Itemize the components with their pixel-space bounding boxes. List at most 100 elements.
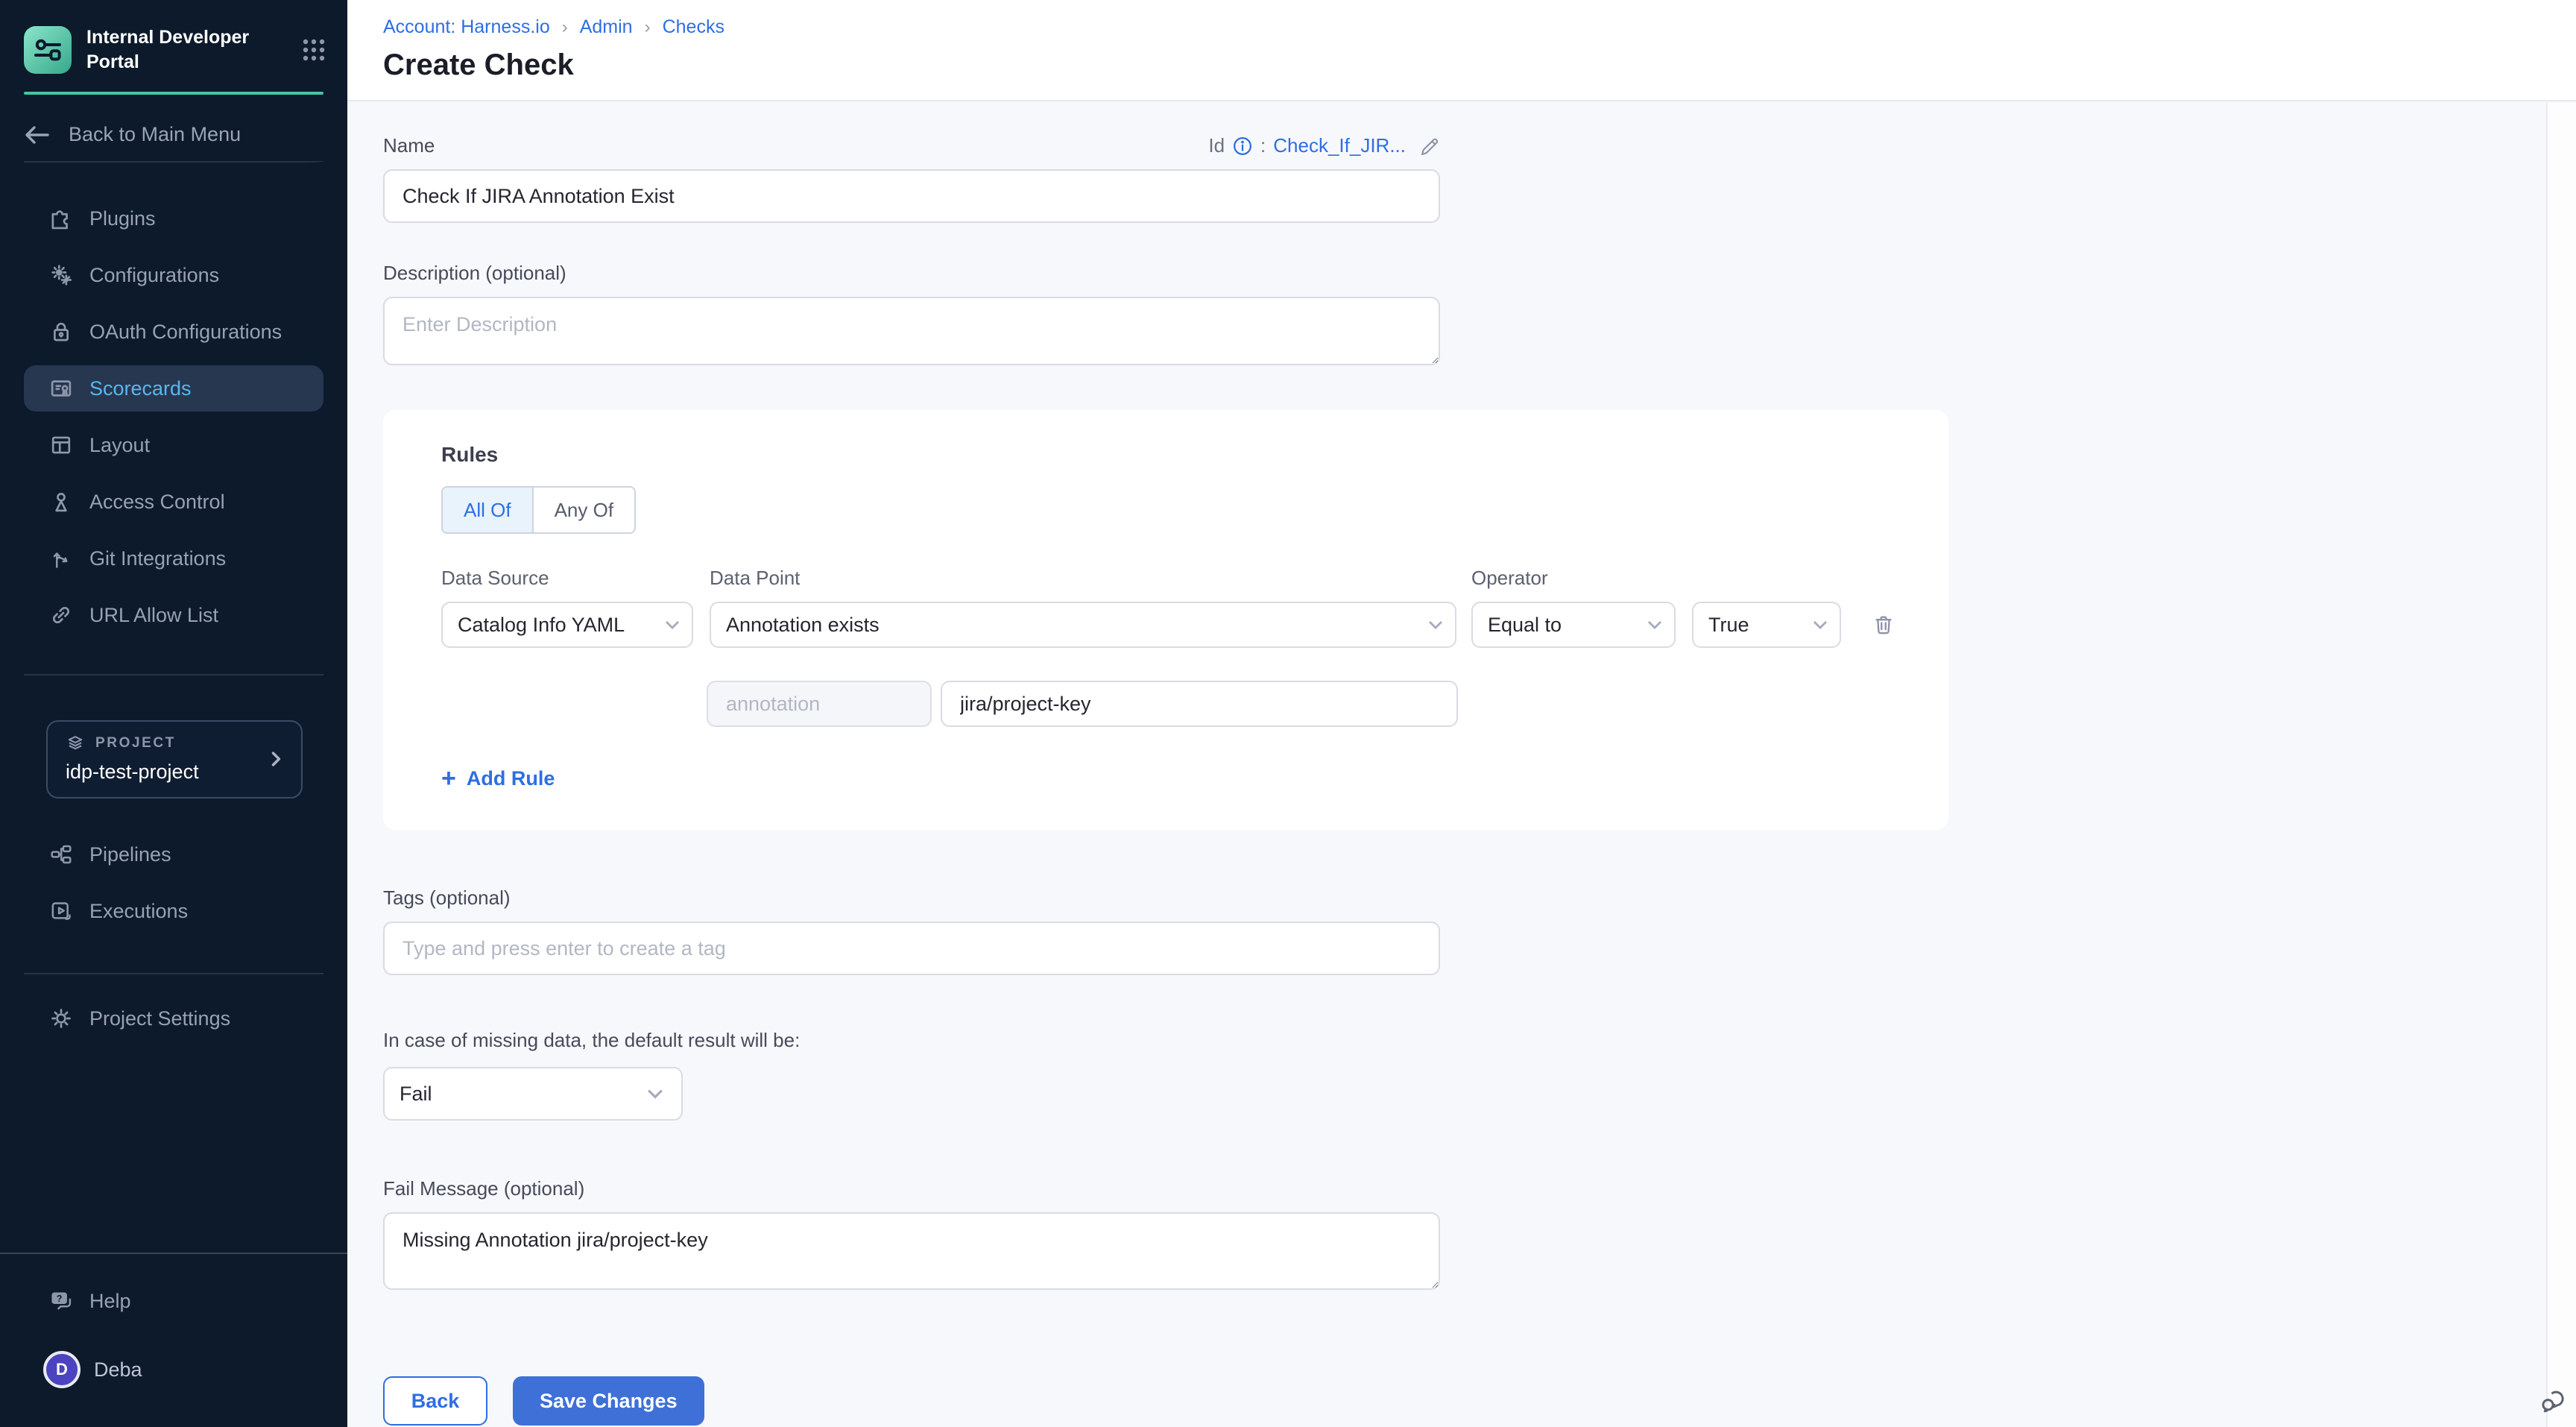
breadcrumb-account[interactable]: Account: Harness.io bbox=[383, 16, 550, 38]
project-eyebrow: PROJECT bbox=[95, 735, 176, 752]
data-source-label: Data Source bbox=[441, 567, 710, 590]
project-nav: Pipelines Executions bbox=[0, 831, 347, 934]
sidebar-item-scorecards[interactable]: Scorecards bbox=[24, 365, 323, 412]
svg-text:?: ? bbox=[57, 1294, 63, 1304]
sidebar-item-pipelines[interactable]: Pipelines bbox=[24, 831, 323, 878]
main-content: Account: Harness.io › Admin › Checks Cre… bbox=[347, 0, 2576, 1427]
gears-icon bbox=[48, 262, 75, 289]
apps-grid-icon[interactable] bbox=[301, 37, 326, 63]
chat-bubbles-icon[interactable] bbox=[2537, 1385, 2570, 1418]
help-nav: ? Help bbox=[0, 1278, 347, 1324]
data-point-label: Data Point bbox=[710, 567, 1471, 590]
sidebar-item-configurations[interactable]: Configurations bbox=[24, 252, 323, 298]
sidebar-divider bbox=[24, 161, 323, 163]
breadcrumb-separator: › bbox=[645, 17, 651, 38]
sidebar-item-plugins[interactable]: Plugins bbox=[24, 195, 323, 242]
annotation-value-input[interactable] bbox=[941, 681, 1458, 727]
description-input[interactable] bbox=[383, 297, 1440, 365]
sidebar-divider bbox=[24, 973, 323, 974]
data-point-select[interactable]: Annotation exists bbox=[710, 602, 1456, 648]
description-label: Description (optional) bbox=[383, 262, 2576, 285]
sidebar-spacer bbox=[0, 1042, 347, 1253]
id-label: Id bbox=[1208, 134, 1225, 157]
app-window: Internal Developer Portal Back to Main M… bbox=[0, 0, 2576, 1427]
idp-logo-icon bbox=[24, 26, 72, 74]
admin-nav: Plugins Configurations bbox=[0, 195, 347, 638]
person-icon bbox=[48, 488, 75, 515]
arrow-left-icon bbox=[24, 125, 51, 145]
chevron-down-icon bbox=[665, 620, 680, 630]
pipelines-icon bbox=[48, 841, 75, 868]
id-separator: : bbox=[1260, 134, 1266, 157]
id-value-link[interactable]: Check_If_JIR... bbox=[1273, 134, 1406, 157]
tags-label: Tags (optional) bbox=[383, 886, 2576, 910]
layout-icon bbox=[48, 432, 75, 459]
rules-card: Rules All Of Any Of Data Source Data Poi… bbox=[383, 410, 1948, 830]
save-changes-button[interactable]: Save Changes bbox=[513, 1376, 704, 1426]
chevron-down-icon bbox=[1428, 620, 1443, 630]
sidebar-item-layout[interactable]: Layout bbox=[24, 422, 323, 468]
annotation-key-input[interactable] bbox=[707, 681, 932, 727]
puzzle-icon bbox=[48, 205, 75, 232]
right-rail bbox=[2546, 103, 2576, 1427]
sidebar-item-project-settings[interactable]: Project Settings bbox=[24, 995, 323, 1042]
sidebar-bottom-divider bbox=[0, 1253, 347, 1254]
operator-value-select[interactable]: True bbox=[1692, 602, 1841, 648]
page-header: Account: Harness.io › Admin › Checks Cre… bbox=[347, 0, 2576, 101]
sidebar: Internal Developer Portal Back to Main M… bbox=[0, 0, 347, 1427]
rule-row: Catalog Info YAML Annotation exists Equa… bbox=[441, 602, 1913, 648]
brand-accent-line bbox=[24, 92, 323, 95]
default-result-label: In case of missing data, the default res… bbox=[383, 1029, 2576, 1052]
rules-toggle-all-of[interactable]: All Of bbox=[443, 488, 534, 532]
project-selector[interactable]: PROJECT idp-test-project bbox=[46, 720, 303, 798]
sidebar-item-access-control[interactable]: Access Control bbox=[24, 479, 323, 525]
rules-condition-toggle: All Of Any Of bbox=[441, 486, 636, 534]
rules-toggle-any-of[interactable]: Any Of bbox=[534, 488, 634, 532]
user-name: Deba bbox=[94, 1358, 142, 1382]
help-chat-icon: ? bbox=[48, 1288, 75, 1314]
breadcrumb: Account: Harness.io › Admin › Checks bbox=[383, 16, 2576, 38]
back-to-main-menu[interactable]: Back to Main Menu bbox=[0, 108, 347, 161]
sidebar-item-executions[interactable]: Executions bbox=[24, 888, 323, 934]
info-icon[interactable] bbox=[1232, 136, 1253, 157]
sidebar-item-url-allow-list[interactable]: URL Allow List bbox=[24, 592, 323, 638]
rules-label: Rules bbox=[441, 443, 1913, 467]
sidebar-item-oauth-configurations[interactable]: OAuth Configurations bbox=[24, 309, 323, 355]
trash-icon[interactable] bbox=[1871, 612, 1896, 637]
sidebar-item-git-integrations[interactable]: Git Integrations bbox=[24, 535, 323, 582]
project-name: idp-test-project bbox=[66, 760, 199, 784]
link-icon bbox=[48, 602, 75, 629]
pencil-icon[interactable] bbox=[1418, 135, 1440, 157]
chevron-down-icon bbox=[1647, 620, 1662, 630]
data-source-select[interactable]: Catalog Info YAML bbox=[441, 602, 693, 648]
scorecard-icon bbox=[48, 375, 75, 402]
avatar: D bbox=[43, 1351, 80, 1388]
user-menu[interactable]: D Deba bbox=[43, 1351, 323, 1427]
chevron-right-icon bbox=[265, 749, 286, 769]
branch-icon bbox=[48, 545, 75, 572]
name-input[interactable] bbox=[383, 169, 1440, 223]
operator-select[interactable]: Equal to bbox=[1471, 602, 1676, 648]
breadcrumb-admin[interactable]: Admin bbox=[580, 16, 633, 38]
layers-icon bbox=[66, 734, 85, 753]
back-label: Back to Main Menu bbox=[69, 123, 241, 146]
gear-icon bbox=[48, 1005, 75, 1032]
page-title: Create Check bbox=[383, 48, 2576, 82]
fail-message-input[interactable]: Missing Annotation jira/project-key bbox=[383, 1212, 1440, 1290]
operator-label: Operator bbox=[1471, 567, 1548, 590]
chevron-down-icon bbox=[1813, 620, 1828, 630]
brand-title: Internal Developer Portal bbox=[86, 25, 253, 74]
tags-input[interactable] bbox=[383, 922, 1440, 975]
fail-message-label: Fail Message (optional) bbox=[383, 1177, 2576, 1200]
sidebar-item-help[interactable]: ? Help bbox=[24, 1278, 323, 1324]
plus-icon: + bbox=[441, 766, 456, 791]
id-row: Id : Check_If_JIR... bbox=[1208, 134, 1440, 157]
create-check-form: Name Id : Check_If_JIR... bbox=[347, 101, 2576, 1427]
default-result-select[interactable]: Fail bbox=[383, 1067, 683, 1121]
breadcrumb-checks[interactable]: Checks bbox=[663, 16, 724, 38]
breadcrumb-separator: › bbox=[562, 17, 568, 38]
back-button[interactable]: Back bbox=[383, 1376, 487, 1426]
add-rule-button[interactable]: + Add Rule bbox=[441, 766, 1913, 791]
sidebar-header: Internal Developer Portal bbox=[0, 0, 347, 92]
lock-icon bbox=[48, 318, 75, 345]
